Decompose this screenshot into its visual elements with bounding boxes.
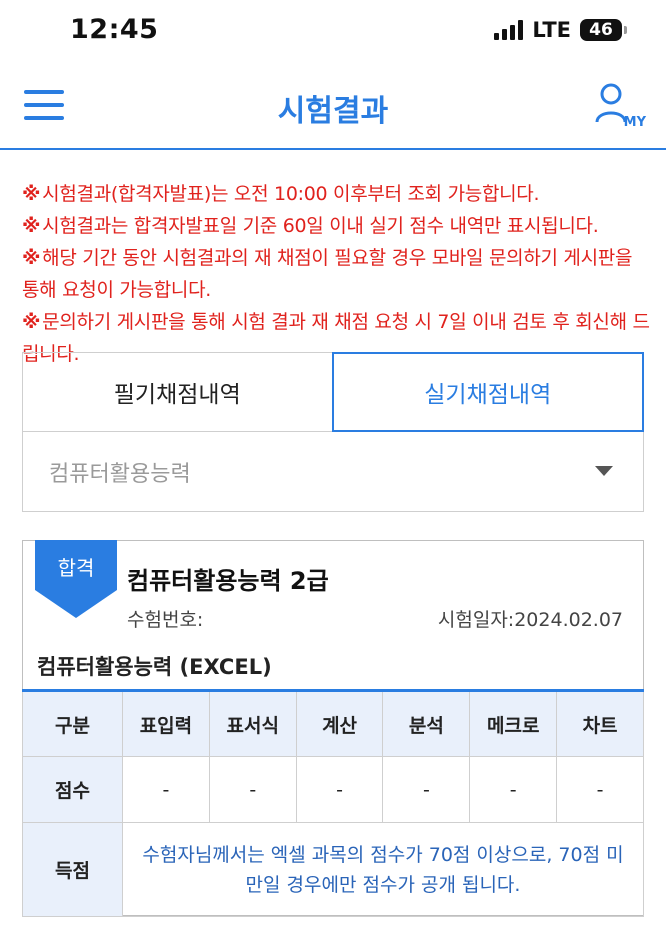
notice-text: 시험결과(합격자발표)는 오전 10:00 이후부터 조회 가능합니다. xyxy=(42,183,540,205)
table-row: 득점 수험자님께서는 엑셀 과목의 점수가 70점 이상으로, 70점 미만일 … xyxy=(22,822,644,917)
page-title: 시험결과 xyxy=(277,94,389,129)
score-table: 구분 표입력 표서식 계산 분석 메크로 차트 점수 - - - - - - 득… xyxy=(22,689,644,917)
score-cell: - xyxy=(122,756,210,823)
notice-item: ※ 시험결과는 합격자발표일 기준 60일 이내 실기 점수 내역만 표시됩니다. xyxy=(22,210,650,242)
score-cell: - xyxy=(208,756,297,823)
status-bar: 12:45 LTE 46 xyxy=(0,0,666,60)
result-card: 합격 컴퓨터활용능력 2급 수험번호: 시험일자:2024.02.07 컴퓨터활… xyxy=(22,540,644,917)
table-header: 표서식 xyxy=(208,689,297,757)
exam-date: 시험일자:2024.02.07 xyxy=(437,609,623,631)
score-cell: - xyxy=(556,756,644,823)
result-tabs: 필기채점내역 실기채점내역 xyxy=(22,352,644,432)
signal-icon xyxy=(494,20,524,40)
table-header: 표입력 xyxy=(122,689,210,757)
notice-item: ※ 시험결과(합격자발표)는 오전 10:00 이후부터 조회 가능합니다. xyxy=(22,178,650,210)
notice-mark: ※ xyxy=(22,183,41,205)
table-header: 분석 xyxy=(382,689,471,757)
notice-mark: ※ xyxy=(22,311,41,333)
notice-text: 해당 기간 동안 시험결과의 재 채점이 필요할 경우 모바일 문의하기 게시판… xyxy=(22,247,633,301)
pass-badge: 합격 xyxy=(35,540,117,618)
score-cell: - xyxy=(382,756,471,823)
notice-list: ※ 시험결과(합격자발표)는 오전 10:00 이후부터 조회 가능합니다. ※ 시… xyxy=(22,178,650,370)
exam-number: 수험번호: xyxy=(127,609,204,631)
app-header: 시험결과 MY xyxy=(0,60,666,150)
score-row-label: 점수 xyxy=(22,756,123,823)
table-header-row: 구분 표입력 표서식 계산 분석 메크로 차트 xyxy=(22,689,644,757)
chevron-down-icon xyxy=(595,466,613,476)
gain-row-label: 득점 xyxy=(22,822,123,917)
notice-item: ※ 해당 기간 동안 시험결과의 재 채점이 필요할 경우 모바일 문의하기 게시… xyxy=(22,242,650,306)
notice-mark: ※ xyxy=(22,215,41,237)
table-header: 메크로 xyxy=(469,689,558,757)
score-cell: - xyxy=(295,756,384,823)
table-row: 점수 - - - - - - xyxy=(22,756,644,823)
battery-icon: 46 xyxy=(580,19,627,41)
battery-level: 46 xyxy=(589,20,613,40)
tab-practical-scores[interactable]: 실기채점내역 xyxy=(331,352,644,432)
network-type: LTE xyxy=(532,18,571,42)
table-header: 차트 xyxy=(556,689,644,757)
my-page-button[interactable]: MY xyxy=(594,82,646,132)
status-time: 12:45 xyxy=(70,14,159,45)
subject-name: 컴퓨터활용능력 (EXCEL) xyxy=(37,655,272,679)
select-value: 컴퓨터활용능력 xyxy=(49,462,191,487)
tab-written-scores[interactable]: 필기채점내역 xyxy=(22,352,332,432)
exam-type-select[interactable]: 컴퓨터활용능력 xyxy=(22,432,644,512)
table-header: 구분 xyxy=(22,689,123,757)
gain-message: 수험자님께서는 엑셀 과목의 점수가 70점 이상으로, 70점 미만일 경우에… xyxy=(122,822,644,917)
table-header: 계산 xyxy=(295,689,384,757)
notice-text: 시험결과는 합격자발표일 기준 60일 이내 실기 점수 내역만 표시됩니다. xyxy=(42,215,599,237)
status-indicators: LTE 46 xyxy=(494,18,627,42)
score-cell: - xyxy=(469,756,558,823)
my-label: MY xyxy=(623,115,646,130)
badge-label: 합격 xyxy=(57,556,95,580)
exam-title: 컴퓨터활용능력 2급 xyxy=(127,567,329,595)
notice-mark: ※ xyxy=(22,247,41,269)
